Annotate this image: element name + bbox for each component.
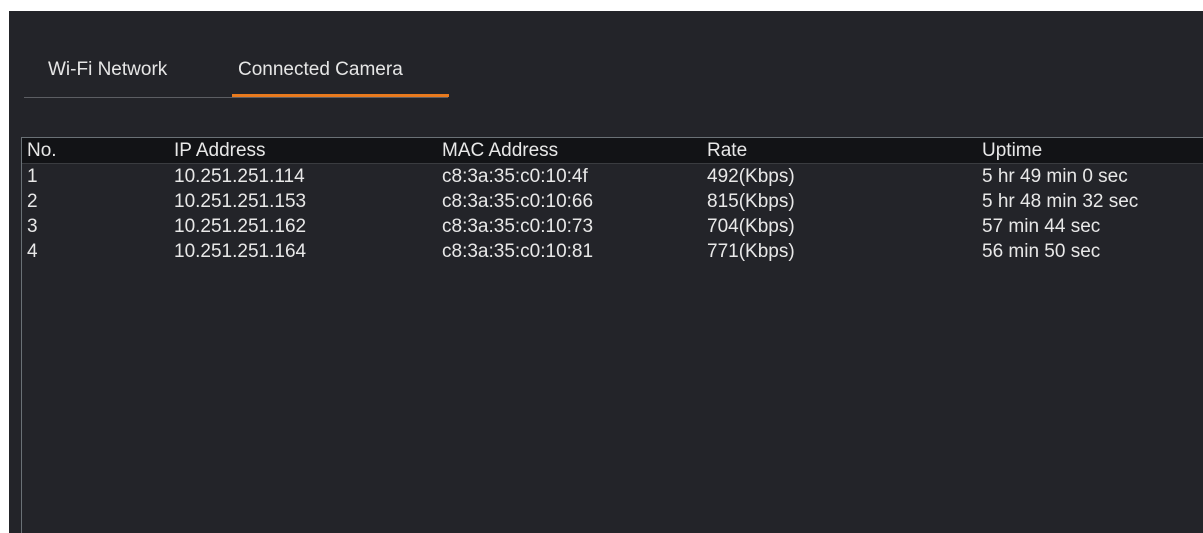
cell-uptime: 57 min 44 sec bbox=[982, 216, 1101, 237]
tab-wifi-network[interactable]: Wi-Fi Network bbox=[48, 59, 167, 81]
connected-camera-panel: Wi-Fi Network Connected Camera No. IP Ad… bbox=[9, 11, 1203, 533]
cell-no: 2 bbox=[27, 191, 38, 212]
table-row[interactable]: 1 10.251.251.114 c8:3a:35:c0:10:4f 492(K… bbox=[22, 164, 1203, 189]
column-header-uptime: Uptime bbox=[982, 140, 1043, 161]
column-header-ip-address: IP Address bbox=[174, 140, 266, 161]
tab-connected-camera[interactable]: Connected Camera bbox=[238, 59, 403, 81]
table-row[interactable]: 2 10.251.251.153 c8:3a:35:c0:10:66 815(K… bbox=[22, 189, 1203, 214]
tab-bar: Wi-Fi Network Connected Camera bbox=[24, 11, 449, 98]
cell-mac-address: c8:3a:35:c0:10:66 bbox=[442, 191, 594, 212]
cell-ip-address: 10.251.251.114 bbox=[174, 166, 305, 187]
column-header-no: No. bbox=[27, 140, 57, 161]
column-header-mac-address: MAC Address bbox=[442, 140, 559, 161]
cell-rate: 771(Kbps) bbox=[707, 241, 795, 262]
cell-ip-address: 10.251.251.164 bbox=[174, 241, 307, 262]
cell-rate: 815(Kbps) bbox=[707, 191, 795, 212]
table-row[interactable]: 3 10.251.251.162 c8:3a:35:c0:10:73 704(K… bbox=[22, 214, 1203, 239]
cell-ip-address: 10.251.251.162 bbox=[174, 216, 307, 237]
cell-no: 3 bbox=[27, 216, 38, 237]
table-row[interactable]: 4 10.251.251.164 c8:3a:35:c0:10:81 771(K… bbox=[22, 239, 1203, 264]
cell-uptime: 5 hr 49 min 0 sec bbox=[982, 166, 1128, 187]
cell-mac-address: c8:3a:35:c0:10:73 bbox=[442, 216, 594, 237]
table-header: No. IP Address MAC Address Rate Uptime bbox=[22, 138, 1203, 164]
cell-no: 1 bbox=[27, 166, 38, 187]
cell-mac-address: c8:3a:35:c0:10:4f bbox=[442, 166, 588, 187]
cell-rate: 704(Kbps) bbox=[707, 216, 795, 237]
cell-uptime: 5 hr 48 min 32 sec bbox=[982, 191, 1139, 212]
cell-no: 4 bbox=[27, 241, 38, 262]
cell-rate: 492(Kbps) bbox=[707, 166, 795, 187]
cell-ip-address: 10.251.251.153 bbox=[174, 191, 307, 212]
cell-uptime: 56 min 50 sec bbox=[982, 241, 1101, 262]
cell-mac-address: c8:3a:35:c0:10:81 bbox=[442, 241, 594, 262]
column-header-rate: Rate bbox=[707, 140, 748, 161]
camera-table: No. IP Address MAC Address Rate Uptime 1… bbox=[21, 137, 1203, 533]
active-tab-indicator bbox=[232, 94, 449, 97]
